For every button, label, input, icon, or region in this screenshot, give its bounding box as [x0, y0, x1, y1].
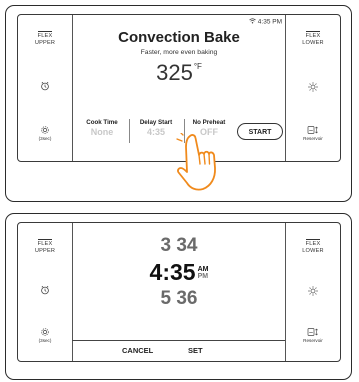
oven-panel-convection-bake: FLEX UPPER (3sec) 4:35 PM Convection Bak…: [5, 5, 352, 202]
reservoir-icon: [307, 328, 318, 336]
cook-time-value: None: [90, 127, 114, 137]
settings-caption: (3sec): [38, 136, 52, 141]
oven-panel-delay-start-picker: FLEX UPPER (3sec) 3 34 4:35 AM PM 5 36 CA: [5, 213, 352, 380]
hour-current: 4: [149, 259, 163, 285]
reservoir-caption: Reservoir: [303, 338, 323, 343]
reservoir-button[interactable]: Reservoir: [286, 125, 340, 141]
flex-upper-indicator: [38, 31, 52, 32]
am-label[interactable]: AM: [198, 266, 209, 273]
hour-next: 5: [160, 288, 172, 309]
picker-row-previous[interactable]: 3 34: [72, 235, 286, 257]
minute-current: 35: [169, 259, 196, 285]
flex-lower-label-1: FLEX: [305, 241, 321, 247]
no-preheat-label: No Preheat: [192, 119, 226, 126]
flex-lower-label-2: LOWER: [302, 40, 324, 46]
flex-lower-button[interactable]: FLEX LOWER: [286, 239, 340, 255]
time-picker: 3 34 4:35 AM PM 5 36 CANCEL SET: [72, 223, 286, 361]
start-button[interactable]: START: [237, 123, 283, 140]
clock-text: 4:35 PM: [257, 18, 282, 26]
left-side-controls: FLEX UPPER (3sec): [18, 223, 73, 361]
flex-lower-label-2: LOWER: [302, 248, 324, 254]
mode-subtitle: Faster, more even baking: [140, 49, 218, 56]
timer-icon[interactable]: [18, 285, 72, 295]
reservoir-caption: Reservoir: [303, 136, 323, 141]
settings-button[interactable]: (3sec): [18, 125, 72, 141]
picker-action-bar: CANCEL SET: [72, 340, 286, 361]
option-divider: [129, 119, 130, 143]
flex-upper-label-1: FLEX: [37, 33, 53, 39]
picker-row-next[interactable]: 5 36: [72, 288, 286, 310]
ampm-selector[interactable]: AM PM: [198, 266, 209, 280]
flex-upper-button[interactable]: FLEX UPPER: [18, 31, 72, 47]
timer-icon[interactable]: [18, 81, 72, 91]
pointing-hand-icon: [176, 131, 224, 200]
mode-title: Convection Bake: [118, 29, 240, 46]
flex-lower-indicator: [306, 239, 320, 240]
right-side-controls: FLEX LOWER Reservoir: [285, 223, 340, 361]
flex-upper-indicator: [38, 239, 52, 240]
oven-screen: FLEX UPPER (3sec) 4:35 PM Convection Bak…: [17, 14, 341, 191]
left-side-controls: FLEX UPPER (3sec): [18, 15, 73, 161]
settings-caption: (3sec): [38, 338, 52, 343]
wifi-icon: [249, 18, 256, 24]
status-bar: 4:35 PM: [249, 18, 282, 26]
light-icon[interactable]: [286, 285, 340, 297]
picker-row-current[interactable]: 4:35 AM PM: [72, 259, 286, 286]
time-separator: :: [162, 259, 170, 285]
minute-prev: 34: [176, 235, 198, 256]
flex-upper-button[interactable]: FLEX UPPER: [18, 239, 72, 255]
flex-upper-label-2: UPPER: [34, 40, 56, 46]
right-side-controls: FLEX LOWER Reservoir: [285, 15, 340, 161]
flex-lower-label-1: FLEX: [305, 33, 321, 39]
cook-time-label: Cook Time: [86, 119, 118, 126]
delay-start-label: Delay Start: [139, 119, 173, 126]
flex-upper-label-1: FLEX: [37, 241, 53, 247]
cancel-button[interactable]: CANCEL: [122, 346, 153, 355]
settings-gear-icon: [41, 328, 49, 336]
reservoir-button[interactable]: Reservoir: [286, 327, 340, 343]
delay-start-value: 4:35: [146, 127, 165, 137]
hour-prev: 3: [160, 235, 172, 256]
flex-lower-indicator: [306, 31, 320, 32]
temperature-unit: °F: [193, 62, 202, 71]
flex-lower-button[interactable]: FLEX LOWER: [286, 31, 340, 47]
reservoir-icon: [307, 126, 318, 134]
settings-gear-icon: [41, 126, 49, 134]
temperature-value: 325: [156, 60, 193, 85]
pm-label[interactable]: PM: [198, 273, 209, 280]
cook-time-option[interactable]: Cook Time None: [80, 119, 124, 137]
delay-start-option[interactable]: Delay Start 4:35: [132, 119, 180, 137]
flex-upper-label-2: UPPER: [34, 248, 56, 254]
temperature-display[interactable]: 325°F: [72, 60, 286, 86]
set-button[interactable]: SET: [188, 346, 203, 355]
minute-next: 36: [176, 288, 198, 309]
oven-screen: FLEX UPPER (3sec) 3 34 4:35 AM PM 5 36 CA: [17, 222, 341, 362]
settings-button[interactable]: (3sec): [18, 327, 72, 343]
light-icon[interactable]: [286, 81, 340, 93]
